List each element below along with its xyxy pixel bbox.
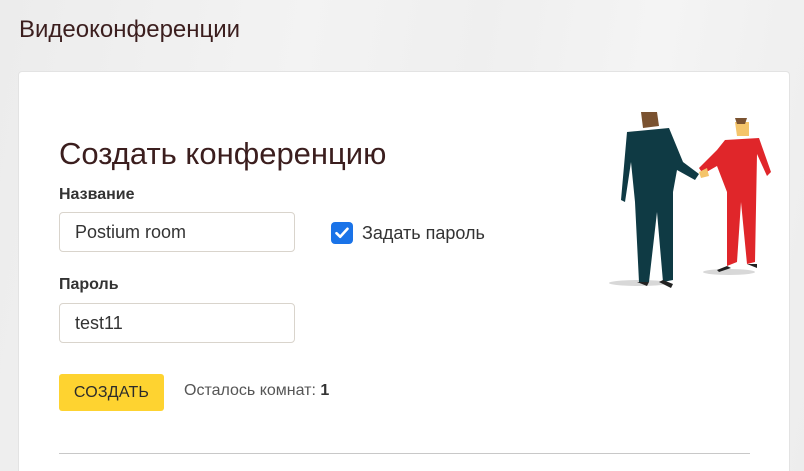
rooms-left-count: 1 bbox=[320, 382, 330, 399]
password-input[interactable] bbox=[59, 303, 295, 343]
name-input[interactable] bbox=[59, 212, 295, 252]
rooms-left-text: Осталось комнат: 1 bbox=[184, 382, 329, 400]
page-title: Видеоконференции bbox=[19, 16, 241, 43]
form-title: Создать конференцию bbox=[59, 136, 387, 171]
name-label: Название bbox=[59, 186, 135, 203]
create-button[interactable]: СОЗДАТЬ bbox=[59, 374, 164, 411]
divider bbox=[59, 453, 750, 454]
set-password-checkbox[interactable]: Задать пароль bbox=[331, 222, 485, 244]
set-password-label: Задать пароль bbox=[362, 222, 485, 243]
create-conference-card: Создать конференцию Название Задать паро… bbox=[18, 71, 790, 471]
checkmark-icon[interactable] bbox=[331, 222, 353, 244]
password-label: Пароль bbox=[59, 276, 119, 293]
handshake-illustration bbox=[609, 112, 771, 288]
rooms-left-label: Осталось комнат: bbox=[184, 382, 321, 399]
